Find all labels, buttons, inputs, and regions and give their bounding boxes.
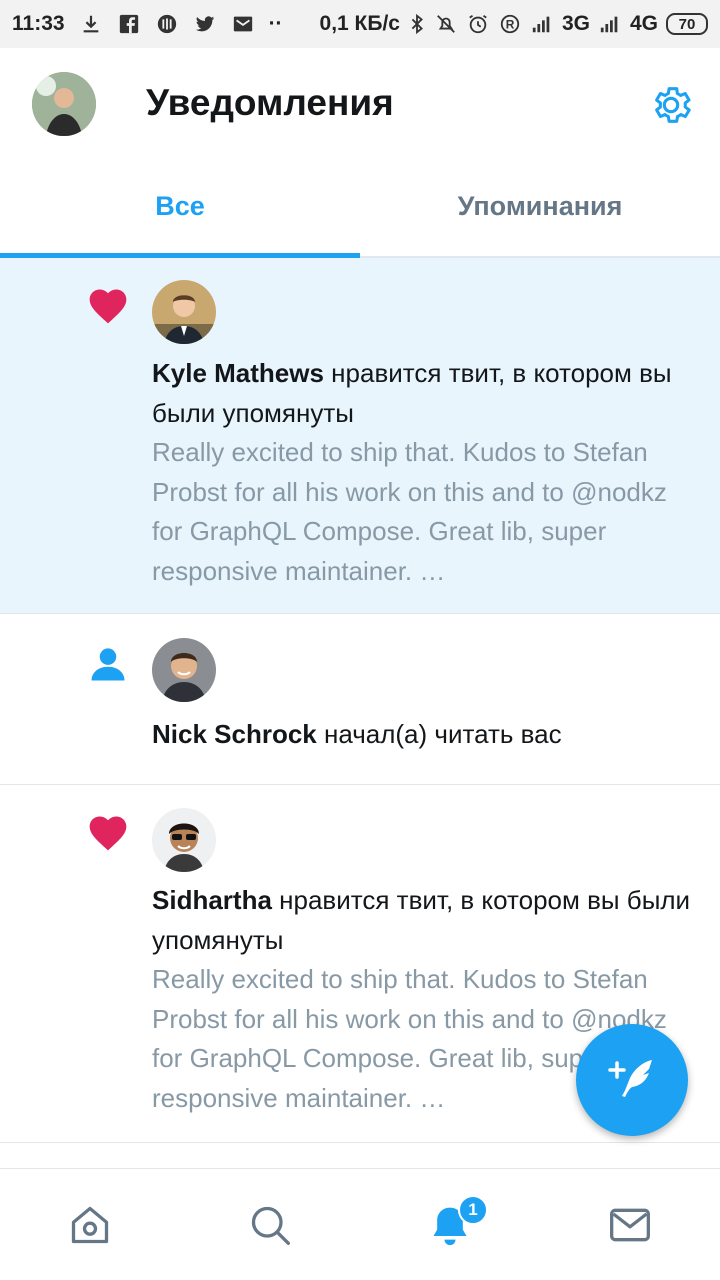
- tab-mentions[interactable]: Упоминания: [360, 160, 720, 256]
- twitter-icon: [195, 16, 214, 32]
- notification-user[interactable]: Nick Schrock: [152, 719, 317, 749]
- tweet-preview[interactable]: Really excited to ship that. Kudos to St…: [152, 433, 697, 591]
- heart-icon: [89, 816, 127, 851]
- notification-action: начал(а) читать вас: [316, 719, 562, 749]
- mail-icon: [233, 16, 252, 32]
- avatar-image: [152, 638, 216, 702]
- notification-text: Kyle Mathews нравится твит, в котором вы…: [152, 354, 697, 433]
- profile-avatar[interactable]: [32, 72, 96, 136]
- alarm-icon: [469, 14, 487, 34]
- avatar-image: [32, 72, 96, 136]
- home-icon[interactable]: [68, 1203, 112, 1247]
- battery-icon: 70: [666, 13, 708, 35]
- person-icon: [91, 648, 125, 681]
- avatar[interactable]: [152, 280, 216, 344]
- notification-item[interactable]: Nick Schrock начал(а) читать вас: [0, 614, 720, 785]
- status-bar: 11:33 ·· 0,1 КБ/с R 3G 4G 70: [0, 0, 720, 48]
- app-icon: [157, 14, 176, 34]
- heart-icon: [89, 289, 127, 324]
- notification-user[interactable]: Sidhartha: [152, 885, 272, 915]
- network-speed: 0,1 КБ/с: [319, 12, 400, 35]
- notification-text: Nick Schrock начал(а) читать вас: [152, 715, 697, 755]
- signal-icon: [600, 16, 618, 33]
- avatar-image: [152, 280, 216, 344]
- notification-text: Sidhartha нравится твит, в котором вы бы…: [152, 881, 697, 960]
- bottom-navigation: 1: [0, 1168, 720, 1280]
- status-time: 11:33: [12, 12, 65, 35]
- compose-tweet-button[interactable]: [576, 1024, 688, 1136]
- mail-icon[interactable]: [608, 1203, 652, 1247]
- bluetooth-icon: [411, 13, 423, 35]
- notification-badge: 1: [458, 1195, 488, 1225]
- more-dots-icon: ··: [268, 12, 283, 35]
- download-icon: [83, 15, 98, 33]
- app-header: Уведомления: [0, 48, 720, 160]
- avatar[interactable]: [152, 638, 216, 702]
- avatar[interactable]: [152, 808, 216, 872]
- page-title: Уведомления: [146, 82, 394, 123]
- notification-user[interactable]: Kyle Mathews: [152, 358, 324, 388]
- gear-icon[interactable]: [648, 82, 694, 128]
- mute-icon: [437, 15, 455, 33]
- search-icon[interactable]: [248, 1203, 292, 1247]
- facebook-icon: [119, 14, 138, 34]
- svg-text:R: R: [506, 18, 515, 32]
- registered-icon: R: [500, 14, 520, 34]
- compose-tweet-icon: [608, 1060, 652, 1097]
- network-type-1: 3G: [561, 12, 590, 35]
- avatar-image: [152, 808, 216, 872]
- network-type-2: 4G: [629, 12, 658, 35]
- tab-bar: Все Упоминания: [0, 160, 720, 258]
- tab-all[interactable]: Все: [0, 160, 360, 258]
- notification-item[interactable]: Kyle Mathews нравится твит, в котором вы…: [0, 258, 720, 614]
- signal-icon: [532, 16, 550, 33]
